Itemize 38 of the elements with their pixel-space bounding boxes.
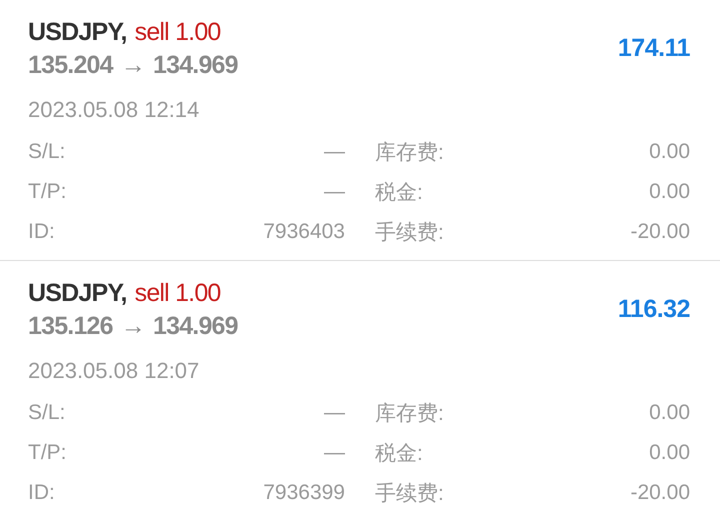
field-value: -20.00 [630, 220, 690, 244]
field-value: -20.00 [630, 481, 690, 505]
profit: 174.11 [618, 34, 690, 62]
field-value: 0.00 [649, 441, 690, 465]
field-value: — [324, 140, 345, 164]
field-value: — [324, 441, 345, 465]
field-value: — [324, 180, 345, 204]
field-label: ID: [28, 220, 56, 244]
field-value: 0.00 [649, 180, 690, 204]
trade-time: 2023.05.08 12:07 [28, 357, 200, 385]
field-label: S/L: [28, 140, 66, 164]
trade-side: sell 1.00 [134, 278, 221, 308]
field-value: 7936403 [263, 220, 345, 244]
trade-time: 2023.05.08 12:14 [28, 96, 200, 124]
field-label: T/P: [28, 180, 68, 204]
close-price: 134.969 [152, 312, 238, 340]
close-price: 134.969 [152, 50, 238, 80]
field-label: 手续费: [374, 481, 445, 507]
symbol: USDJPY, [28, 18, 127, 46]
profit: 116.32 [618, 294, 690, 324]
open-price: 135.204 [28, 50, 113, 80]
field-label: 税金: [374, 441, 424, 467]
field-value: 0.00 [649, 140, 690, 164]
field-value: — [324, 401, 345, 425]
field-label: T/P: [28, 441, 68, 465]
field-label: 库存费: [374, 140, 445, 166]
field-label: S/L: [28, 401, 66, 425]
field-label: 库存费: [374, 401, 445, 427]
field-value: 7936399 [263, 481, 345, 505]
symbol: USDJPY, [28, 278, 127, 308]
trade-side: sell 1.00 [134, 18, 221, 46]
field-label: ID: [28, 481, 56, 505]
open-price: 135.126 [28, 312, 113, 340]
field-value: 0.00 [649, 401, 690, 425]
arrow: → [120, 312, 145, 340]
field-label: 手续费: [374, 220, 445, 246]
field-label: 税金: [374, 180, 424, 206]
arrow: → [120, 50, 145, 80]
